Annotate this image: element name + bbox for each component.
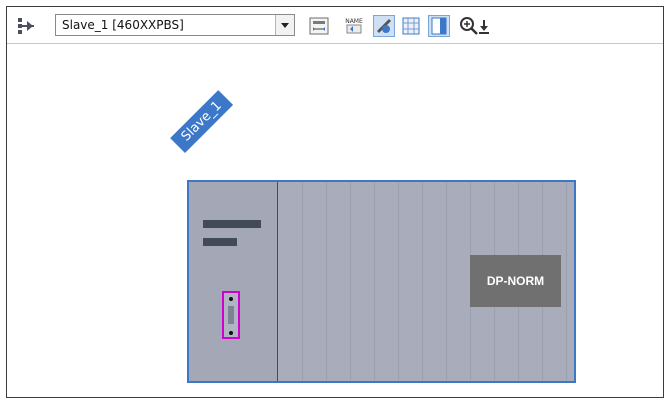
slot-divider bbox=[566, 182, 567, 381]
status-bar-icon bbox=[203, 220, 261, 228]
table-icon[interactable] bbox=[428, 15, 450, 37]
status-bar-icon bbox=[203, 238, 237, 246]
pin-icon bbox=[229, 297, 233, 301]
toolbar: Slave_1 [460XXPBS] NAME bbox=[7, 7, 663, 44]
pin-icon bbox=[229, 331, 233, 335]
download-icon[interactable] bbox=[477, 15, 491, 37]
device-selector[interactable]: Slave_1 [460XXPBS] bbox=[55, 14, 295, 36]
device-selector-value: Slave_1 [460XXPBS] bbox=[62, 18, 184, 32]
show-name-icon[interactable]: NAME bbox=[343, 15, 365, 37]
slot-divider bbox=[326, 182, 327, 381]
slot-divider bbox=[302, 182, 303, 381]
interface-module[interactable] bbox=[189, 182, 278, 381]
device-canvas[interactable]: Slave_1 DP-NORM bbox=[7, 44, 663, 397]
show-address-icon[interactable] bbox=[308, 15, 330, 37]
grid-icon[interactable] bbox=[400, 15, 422, 37]
device-rack[interactable]: DP-NORM bbox=[187, 180, 576, 383]
slot-divider bbox=[446, 182, 447, 381]
slot-divider bbox=[422, 182, 423, 381]
device-view-panel: Slave_1 [460XXPBS] NAME Slave_1 DP-NORM bbox=[6, 6, 664, 398]
module-slots[interactable]: DP-NORM bbox=[278, 182, 574, 381]
network-view-icon[interactable] bbox=[15, 15, 37, 37]
slot-divider bbox=[350, 182, 351, 381]
device-name-tag[interactable]: Slave_1 bbox=[170, 89, 234, 153]
dp-norm-module[interactable]: DP-NORM bbox=[470, 255, 561, 307]
svg-text:NAME: NAME bbox=[345, 18, 363, 25]
slot-divider bbox=[398, 182, 399, 381]
connector-slot-icon bbox=[228, 306, 234, 324]
slot-divider bbox=[374, 182, 375, 381]
sketch-icon[interactable] bbox=[373, 15, 395, 37]
profibus-port-icon[interactable] bbox=[222, 291, 240, 339]
dropdown-arrow-icon[interactable] bbox=[275, 15, 294, 35]
